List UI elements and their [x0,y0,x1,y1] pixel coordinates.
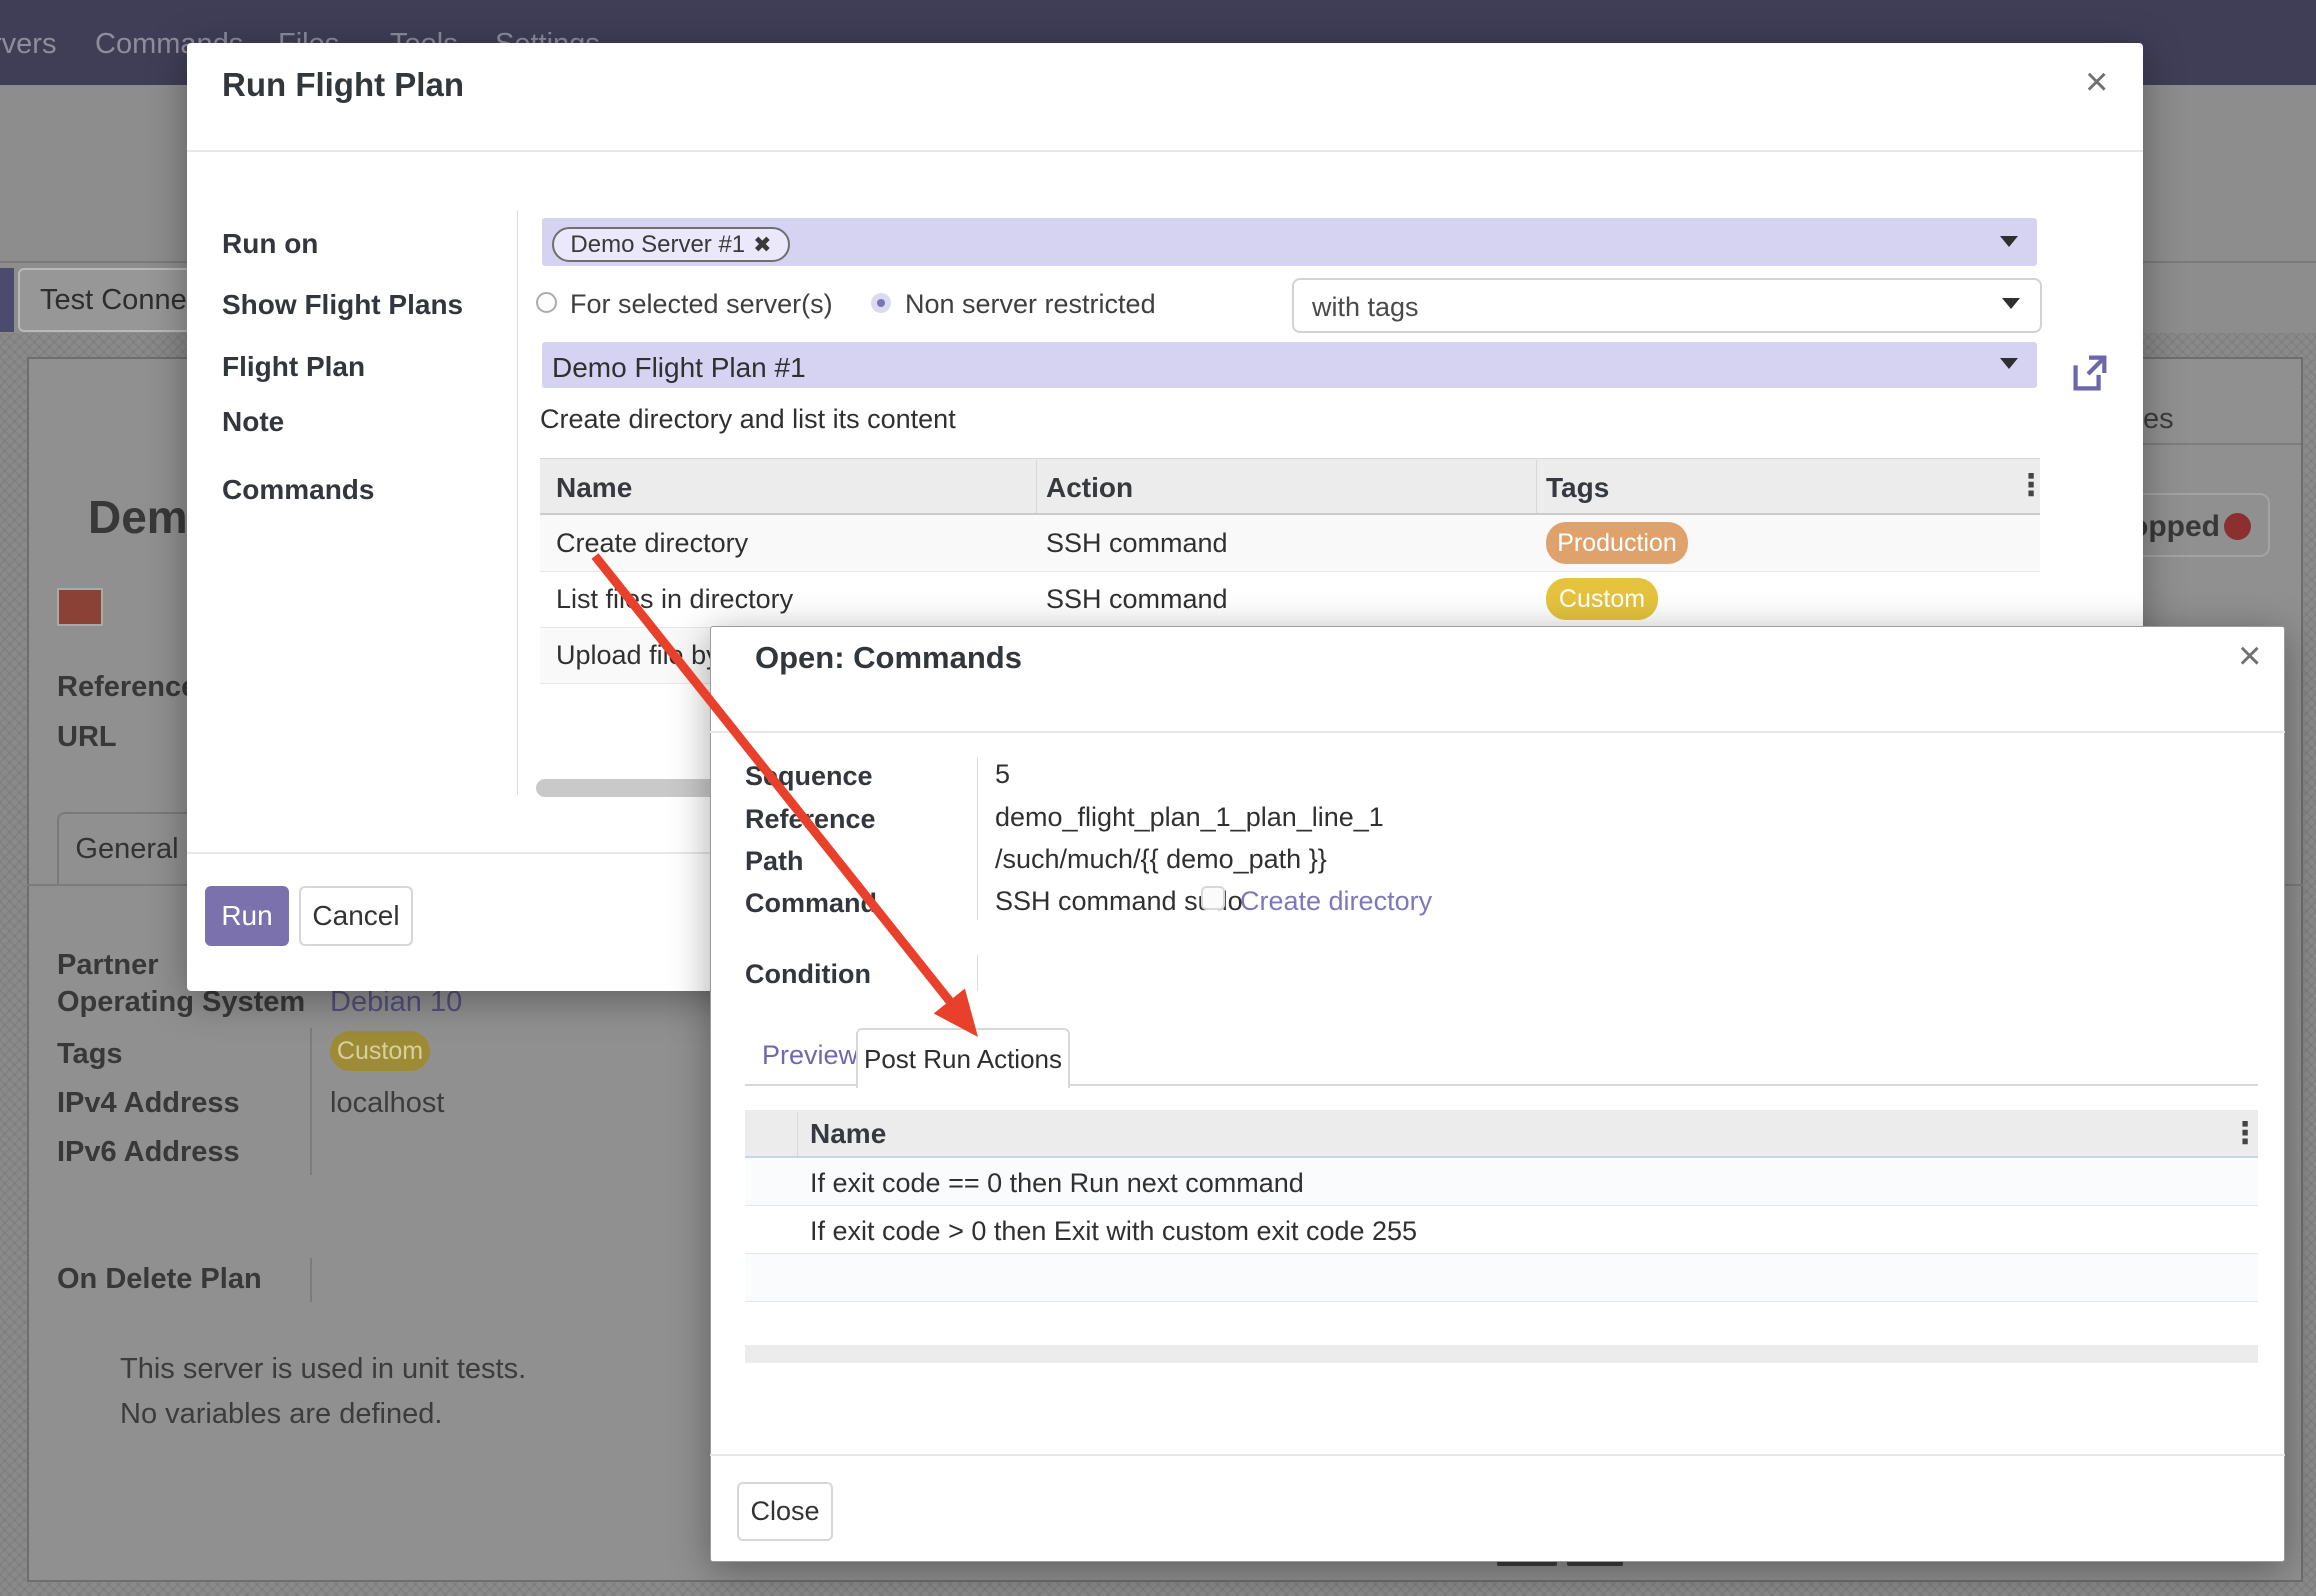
list-item [745,1254,2258,1302]
run-modal-label-separator [517,210,518,795]
create-directory-link[interactable]: Create directory [1240,886,1432,917]
label-url: URL [57,721,117,754]
run-button[interactable]: Run [205,886,289,946]
partial-text-right: es [2143,403,2174,436]
run-modal-close-icon[interactable]: × [2085,62,2108,102]
column-divider [1036,460,1037,513]
label-tags: Tags [57,1038,123,1071]
label-path: Path [745,846,804,877]
radio-selected-dot [877,299,885,307]
value-sequence: 5 [995,759,1010,790]
column-divider [797,1112,798,1156]
action-row1-text: If exit code == 0 then Run next command [810,1168,1304,1199]
open-modal-field-separator [977,757,978,920]
label-sequence: Sequence [745,761,873,792]
radio-for-selected-servers-label: For selected server(s) [570,289,833,320]
actions-col-name[interactable]: Name [810,1118,886,1150]
screen: rvers Commands Files Tools Settings Test… [0,0,2316,1596]
sheet-divider-right [2120,443,2301,445]
caret-down-icon [2002,298,2020,309]
label-show-flight-plans: Show Flight Plans [222,289,463,321]
table-footer-strip [745,1345,2258,1363]
run-on-chip-label: Demo Server #1 [570,231,745,259]
tab-post-run-actions-label: Post Run Actions [864,1044,1062,1075]
field-separator-2 [310,1258,312,1302]
unit-test-note-line2: No variables are defined. [120,1398,442,1431]
actions-options-kebab-icon[interactable]: ⋮ [2230,1116,2260,1151]
open-modal-close-icon[interactable]: × [2238,636,2261,676]
open-modal-header-divider [710,731,2285,733]
run-on-chip[interactable]: Demo Server #1 ✖ [552,227,790,262]
flight-plan-select-value: Demo Flight Plan #1 [552,352,806,384]
col-tags[interactable]: Tags [1546,472,1609,504]
close-button[interactable]: Close [737,1482,833,1541]
table-options-kebab-icon[interactable]: ⋮ [2016,468,2046,503]
row1-tag-badge: Production [1546,522,1688,564]
external-link-icon[interactable] [2066,350,2112,396]
label-on-delete-plan: On Delete Plan [57,1263,262,1296]
label-ipv6: IPv6 Address [57,1136,240,1169]
actions-table-header [745,1110,2258,1158]
color-swatch[interactable] [57,588,103,626]
nav-item-servers[interactable]: rvers [0,28,56,61]
column-divider [1536,460,1537,513]
caret-down-icon [2000,236,2018,247]
value-path: /such/much/{{ demo_path }} [995,844,1327,875]
label-note: Note [222,406,284,438]
tag-custom-badge: Custom [330,1031,430,1071]
value-reference: demo_flight_plan_1_plan_line_1 [995,802,1384,833]
row2-action: SSH command [1046,584,1228,615]
label-run-on: Run on [222,228,318,260]
label-command: Command [745,888,877,919]
radio-non-server-restricted[interactable] [871,293,891,313]
open-modal-title: Open: Commands [755,640,1022,676]
open-modal-field-separator [977,955,978,991]
run-modal-header-divider [187,150,2143,152]
run-modal-title: Run Flight Plan [222,66,464,104]
value-ipv4: localhost [330,1087,444,1120]
row2-name: List files in directory [556,584,793,615]
row1-action: SSH command [1046,528,1228,559]
col-name[interactable]: Name [556,472,632,504]
radio-for-selected-servers[interactable] [536,292,557,313]
field-separator-1 [310,1028,312,1175]
row2-tag-badge: Custom [1546,578,1658,620]
label-condition: Condition [745,959,871,990]
command-checkbox[interactable] [1201,886,1225,910]
label-commands: Commands [222,474,374,506]
tab-preview[interactable]: Preview [762,1040,858,1071]
label-ipv4: IPv4 Address [57,1087,240,1120]
with-tags-select-value: with tags [1312,292,1419,323]
action-row2-text: If exit code > 0 then Exit with custom e… [810,1216,1417,1247]
label-partner: Partner [57,949,159,982]
label-reference: Reference [57,671,197,704]
row3-name: Upload file by [556,640,720,671]
col-action[interactable]: Action [1046,472,1133,504]
row1-name: Create directory [556,528,748,559]
unit-test-note-line1: This server is used in unit tests. [120,1353,526,1386]
open-commands-modal [710,626,2285,1562]
primary-button-fragment [0,268,14,332]
tab-post-run-actions[interactable]: Post Run Actions [856,1028,1070,1088]
chip-remove-icon[interactable]: ✖ [753,232,771,258]
tab-general-label: General [75,833,178,866]
tab-general[interactable]: General [57,812,197,885]
caret-down-icon [2000,358,2018,369]
status-stopped-dot-icon [2224,513,2251,540]
radio-non-server-restricted-label: Non server restricted [905,289,1156,320]
cancel-button[interactable]: Cancel [299,886,413,946]
label-flight-plan: Flight Plan [222,351,365,383]
table-row[interactable] [540,515,2040,572]
commands-table-header [540,458,2040,515]
label-reference2: Reference [745,804,876,835]
open-modal-footer-divider [710,1454,2285,1456]
note-value: Create directory and list its content [540,404,956,435]
